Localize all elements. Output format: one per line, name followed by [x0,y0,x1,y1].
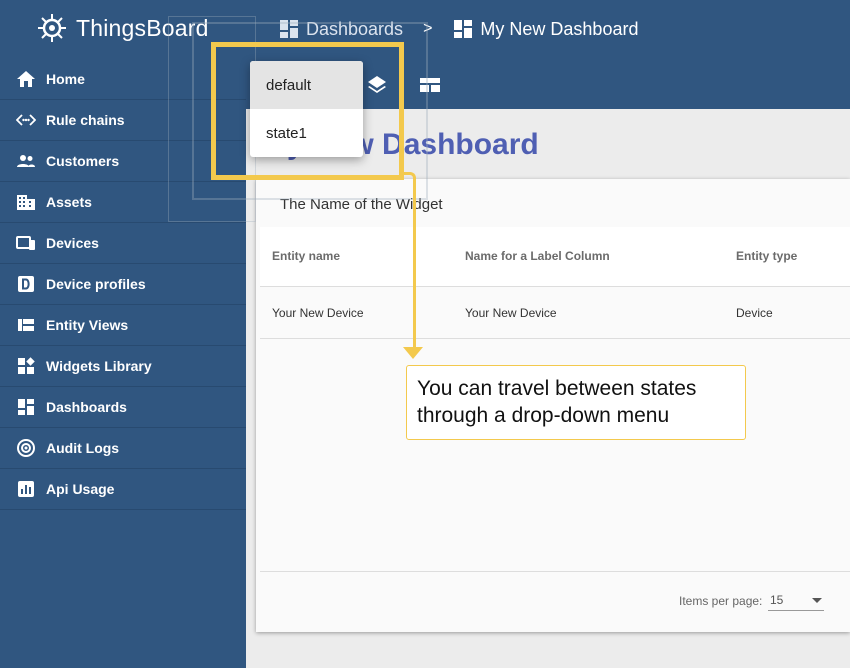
sidebar-item-rule-chains[interactable]: Rule chains [0,100,246,141]
column-header-entity-type[interactable]: Entity type [736,249,797,263]
table-footer-divider [260,571,850,572]
cell-label: Your New Device [465,306,557,320]
sidebar-item-label: Device profiles [46,276,146,292]
breadcrumb-dashboards-label: Dashboards [306,18,404,39]
rule-chains-icon [16,110,36,130]
home-icon [16,69,36,89]
sidebar-item-customers[interactable]: Customers [0,141,246,182]
sidebar-item-dashboards[interactable]: Dashboards [0,387,246,428]
dashboard-icon [454,20,473,38]
items-per-page-select[interactable]: 15 [768,589,824,611]
breadcrumb-dashboards[interactable]: Dashboards [280,19,403,40]
assets-icon [16,192,36,212]
sidebar-item-audit-logs[interactable]: Audit Logs [0,428,246,469]
items-per-page-value: 15 [770,593,784,607]
thingsboard-logo-icon [38,14,66,42]
breadcrumb-separator: > [423,20,433,37]
entity-views-icon [16,315,36,335]
callout-arrow-icon [403,347,423,359]
dashboards-icon [280,20,298,38]
sidebar-item-label: Dashboards [46,399,127,415]
breadcrumb-current: My New Dashboard [454,19,638,40]
tutorial-callout: You can travel between states through a … [406,365,746,440]
states-dropdown-menu: default state1 [250,61,363,157]
state-option-state1[interactable]: state1 [250,109,363,157]
sidebar-item-label: Rule chains [46,112,125,128]
sidebar-item-devices[interactable]: Devices [0,223,246,264]
layers-icon[interactable] [366,74,388,96]
breadcrumb-current-label: My New Dashboard [480,18,639,39]
column-header-entity-name[interactable]: Entity name [272,249,340,263]
layouts-icon[interactable] [419,74,441,96]
sidebar-item-label: Customers [46,153,120,169]
sidebar-item-label: Entity Views [46,317,129,333]
column-header-label[interactable]: Name for a Label Column [465,249,610,263]
dashboards-icon [16,397,36,417]
table-header: Entity name Name for a Label Column Enti… [260,227,850,287]
sidebar-item-label: Assets [46,194,92,210]
breadcrumb: Dashboards > My New Dashboard [280,14,638,44]
sidebar-item-label: Home [46,71,85,87]
cell-entity-name: Your New Device [272,306,364,320]
sidebar-item-entity-views[interactable]: Entity Views [0,305,246,346]
api-usage-icon [16,479,36,499]
table-row[interactable]: Your New Device Your New Device Device [260,287,850,339]
brand-name: ThingsBoard [76,14,209,41]
sidebar-item-widgets-library[interactable]: Widgets Library [0,346,246,387]
brand[interactable]: ThingsBoard [34,10,209,46]
device-profiles-icon [16,274,36,294]
sidebar-item-label: Widgets Library [46,358,152,374]
devices-icon [16,233,36,253]
sidebar: Home Rule chains Customers Assets Device… [0,59,246,668]
sidebar-item-device-profiles[interactable]: Device profiles [0,264,246,305]
sidebar-item-assets[interactable]: Assets [0,182,246,223]
sidebar-item-home[interactable]: Home [0,59,246,100]
sidebar-item-label: Api Usage [46,481,115,497]
state-option-default[interactable]: default [250,61,363,109]
cell-entity-type: Device [736,306,773,320]
chevron-down-icon [812,598,822,603]
items-per-page-label: Items per page: [679,594,763,608]
widgets-library-icon [16,356,36,376]
widget-title: The Name of the Widget [280,196,443,213]
customers-icon [16,151,36,171]
sidebar-item-label: Devices [46,235,99,251]
sidebar-item-api-usage[interactable]: Api Usage [0,469,246,510]
audit-logs-icon [16,438,36,458]
sidebar-item-label: Audit Logs [46,440,120,456]
top-bar: ThingsBoard Dashboards > My New Dashboar… [0,0,850,59]
